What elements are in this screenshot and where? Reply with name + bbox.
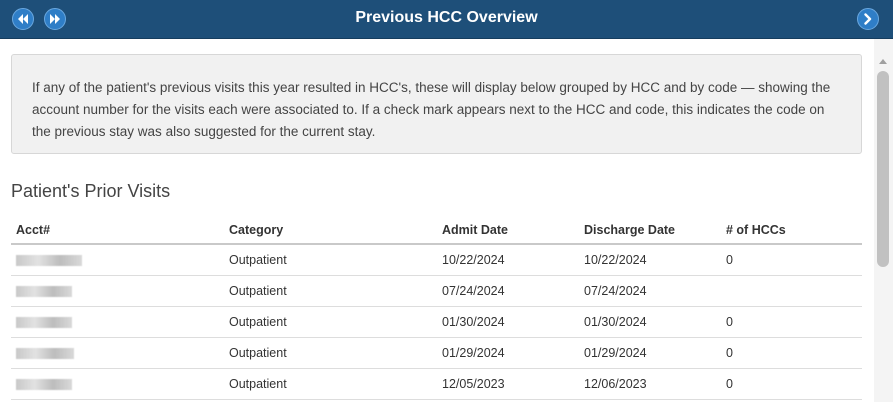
discharge-date-cell: 01/30/2024 (579, 306, 721, 338)
table-row[interactable]: 10000003 Outpatient 07/24/2024 07/24/202… (11, 275, 862, 307)
category-cell: Outpatient (224, 275, 437, 307)
scroll-up-arrow-icon[interactable] (879, 59, 887, 64)
table-row[interactable]: 100000007 Outpatient 01/29/2024 01/29/20… (11, 337, 862, 369)
admit-date-cell: 12/05/2023 (437, 368, 579, 400)
column-header-category[interactable]: Category (224, 217, 437, 245)
redacted-acct-number: 10000007 (16, 316, 72, 328)
chevron-right-icon[interactable] (857, 8, 879, 30)
acct-cell[interactable]: 10000007 (11, 306, 224, 338)
column-header-discharge-date[interactable]: Discharge Date (579, 217, 721, 245)
redacted-acct-number: 10000003 (16, 285, 72, 297)
section-title: Patient's Prior Visits (11, 181, 171, 201)
column-header-hcc-count[interactable]: # of HCCs (721, 217, 862, 245)
column-header-admit-date[interactable]: Admit Date (437, 217, 579, 245)
category-cell: Outpatient (224, 306, 437, 338)
title-bar: Previous HCC Overview (0, 0, 893, 39)
admit-date-cell: 10/22/2024 (437, 244, 579, 276)
column-header-acct[interactable]: Acct# (11, 217, 224, 245)
info-text: If any of the patient's previous visits … (32, 80, 831, 139)
acct-cell[interactable]: 1000007 (11, 244, 224, 276)
main-content: If any of the patient's previous visits … (0, 39, 893, 402)
hcc-count-cell (721, 275, 862, 307)
redacted-acct-number: 10000000 (16, 378, 72, 390)
category-cell: Outpatient (224, 368, 437, 400)
acct-cell[interactable]: 100000007 (11, 337, 224, 369)
category-cell: Outpatient (224, 337, 437, 369)
discharge-date-cell: 12/06/2023 (579, 368, 721, 400)
acct-cell[interactable]: 10000000 (11, 368, 224, 400)
admit-date-cell: 01/30/2024 (437, 306, 579, 338)
discharge-date-cell: 01/29/2024 (579, 337, 721, 369)
hcc-count-cell: 0 (721, 337, 862, 369)
table-row[interactable]: 10000000 Outpatient 12/05/2023 12/06/202… (11, 368, 862, 400)
table-header-row: Acct# Category Admit Date Discharge Date… (11, 217, 862, 245)
admit-date-cell: 01/29/2024 (437, 337, 579, 369)
prior-visits-table: Acct# Category Admit Date Discharge Date… (11, 217, 862, 400)
discharge-date-cell: 07/24/2024 (579, 275, 721, 307)
redacted-acct-number: 1000007 (16, 254, 82, 266)
redacted-acct-number: 100000007 (16, 347, 74, 359)
acct-cell[interactable]: 10000003 (11, 275, 224, 307)
window-title: Previous HCC Overview (355, 9, 538, 26)
discharge-date-cell: 10/22/2024 (579, 244, 721, 276)
category-cell: Outpatient (224, 244, 437, 276)
vertical-scrollbar[interactable] (874, 39, 893, 402)
table-row[interactable]: 10000007 Outpatient 01/30/2024 01/30/202… (11, 306, 862, 338)
hcc-count-cell: 0 (721, 306, 862, 338)
hcc-count-cell: 0 (721, 244, 862, 276)
admit-date-cell: 07/24/2024 (437, 275, 579, 307)
scrollbar-thumb[interactable] (877, 71, 889, 267)
hcc-count-cell: 0 (721, 368, 862, 400)
table-row[interactable]: 1000007 Outpatient 10/22/2024 10/22/2024… (11, 244, 862, 276)
info-panel: If any of the patient's previous visits … (11, 54, 862, 154)
